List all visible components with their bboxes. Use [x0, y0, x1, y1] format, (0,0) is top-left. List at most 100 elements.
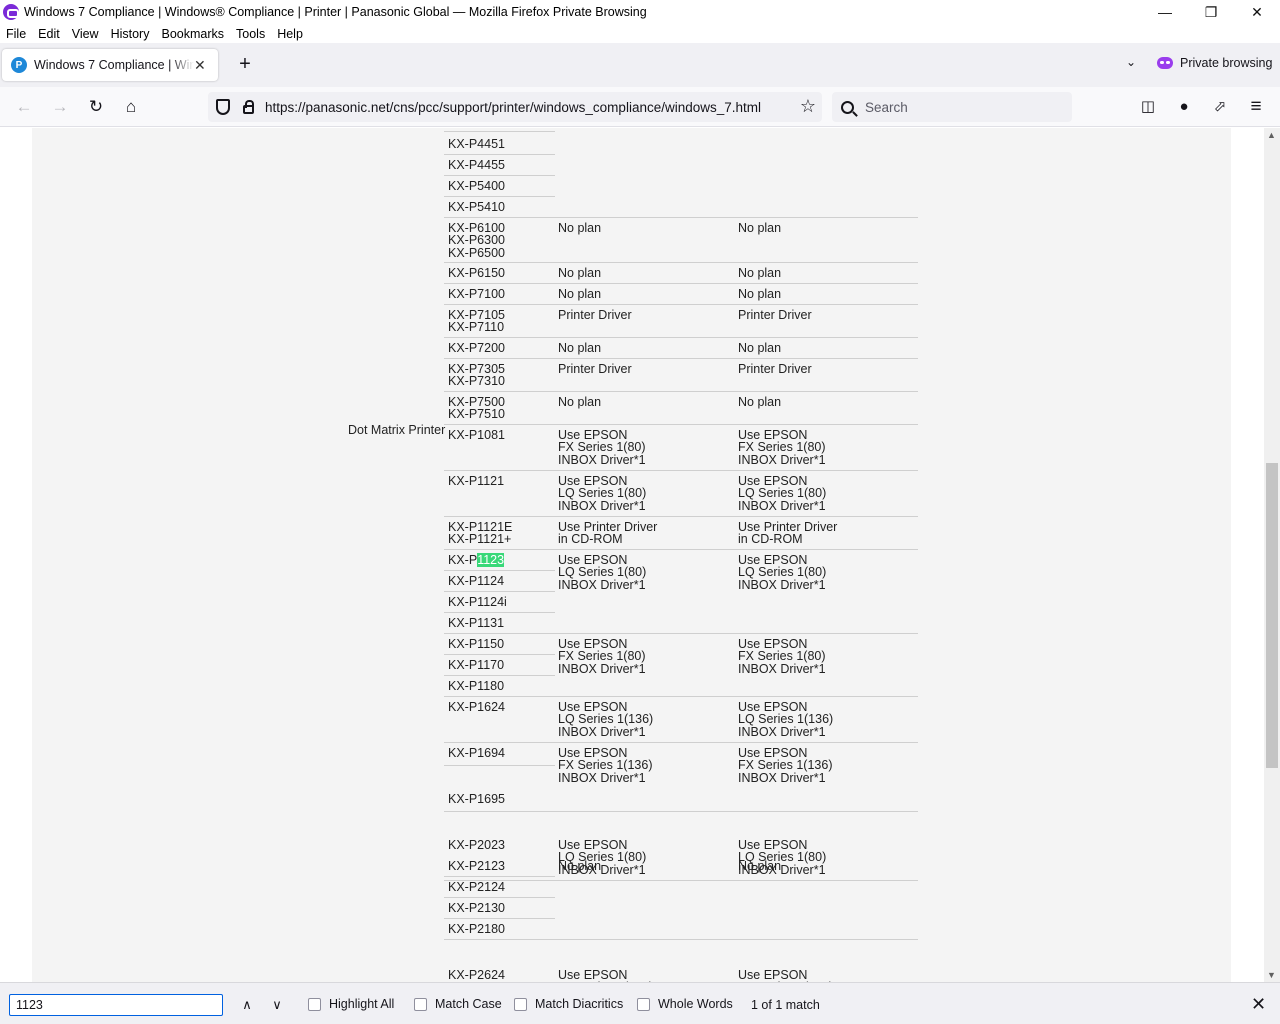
compat-cell-32bit: Use EPSON LQ Series 1(80) INBOX Driver*1	[558, 474, 647, 513]
highlight-all-checkbox[interactable]	[308, 997, 321, 1011]
pocket-icon[interactable]: ◫	[1138, 97, 1158, 117]
page-scrollbar[interactable]: ▲ ▼	[1264, 128, 1280, 982]
table-row: KX-P4455	[444, 155, 918, 176]
close-find-bar-icon[interactable]: ✕	[1251, 994, 1266, 1015]
private-mask-icon	[1157, 57, 1173, 69]
model-cell: KX-P1131	[448, 616, 505, 630]
find-next-icon[interactable]: ∨	[267, 995, 287, 1015]
compat-cell-64bit: Printer Driver	[738, 362, 812, 376]
tracking-protection-shield-icon[interactable]	[216, 99, 230, 115]
table-row: KX-P1081 Use EPSON FX Series 1(80) INBOX …	[444, 425, 918, 471]
find-bar: ∧ ∨ Highlight All Match Case Match Diacr…	[0, 982, 1280, 1024]
window-titlebar: Windows 7 Compliance | Windows® Complian…	[0, 0, 1280, 24]
whole-words-option[interactable]: Whole Words	[637, 997, 733, 1011]
compat-cell-64bit: No plan	[738, 221, 782, 235]
menu-help[interactable]: Help	[271, 27, 309, 41]
model-cell: KX-P4451	[448, 137, 505, 151]
table-row: KX-P4451	[444, 134, 918, 155]
table-row: KX-P7200 No plan No plan	[444, 338, 918, 359]
table-row: KX-P2124	[444, 877, 918, 898]
highlight-all-option[interactable]: Highlight All	[308, 997, 394, 1011]
compat-cell-64bit: No plan	[738, 859, 782, 873]
menu-view[interactable]: View	[66, 27, 105, 41]
forward-icon[interactable]: →	[50, 97, 70, 117]
menu-bookmarks[interactable]: Bookmarks	[155, 27, 230, 41]
highlight-all-label: Highlight All	[329, 997, 395, 1011]
model-cell: KX-P1124i	[448, 595, 507, 609]
table-row: KX-P7100 No plan No plan	[444, 284, 918, 305]
table-row: KX-P7105 KX-P7110 Printer Driver Printer D…	[444, 305, 918, 338]
compat-cell-32bit: No plan	[558, 341, 602, 355]
private-browsing-label: Private browsing	[1180, 56, 1273, 70]
compat-cell-32bit: No plan	[558, 395, 602, 409]
table-row: KX-P1170	[444, 655, 918, 676]
compat-cell-64bit: No plan	[738, 287, 782, 301]
match-diacritics-label: Match Diacritics	[535, 997, 624, 1011]
match-diacritics-option[interactable]: Match Diacritics	[514, 997, 623, 1011]
minimize-button[interactable]: —	[1142, 0, 1188, 24]
model-cell: KX-P1121E KX-P1121+	[448, 520, 513, 547]
search-icon	[841, 100, 854, 114]
list-all-tabs-icon[interactable]: ⌄	[1122, 55, 1140, 75]
table-row: KX-P6150 No plan No plan	[444, 263, 918, 284]
model-cell: KX-P7100	[448, 287, 505, 301]
close-window-button[interactable]: ✕	[1234, 0, 1280, 24]
table-row: KX-P6100 KX-P6300 KX-P6500 No plan No plan	[444, 218, 918, 263]
menu-history[interactable]: History	[105, 27, 156, 41]
scroll-down-icon[interactable]: ▼	[1267, 970, 1276, 980]
model-cell: KX-P1695	[448, 792, 505, 806]
find-input[interactable]	[9, 994, 223, 1016]
compat-cell-64bit: Use Printer Driver in CD-ROM	[738, 520, 838, 547]
home-icon[interactable]: ⌂	[121, 97, 141, 117]
page-content: Dot Matrix Printer KX-P4451 KX-P4455 KX-P5…	[0, 128, 1264, 982]
compat-cell-64bit: No plan	[738, 395, 782, 409]
menu-file[interactable]: File	[0, 27, 32, 41]
row-separator	[444, 765, 555, 766]
url-text[interactable]: https://panasonic.net/cns/pcc/support/pr…	[265, 100, 761, 115]
reload-icon[interactable]: ↻	[86, 97, 106, 117]
find-previous-icon[interactable]: ∧	[237, 995, 257, 1015]
lock-icon[interactable]	[243, 99, 254, 114]
model-cell: KX-P2624	[448, 968, 505, 982]
new-tab-button[interactable]: +	[235, 54, 255, 75]
menu-tools[interactable]: Tools	[230, 27, 271, 41]
table-row: KX-P1124	[444, 571, 918, 592]
extensions-icon[interactable]: ⬀	[1210, 97, 1230, 117]
account-icon[interactable]: ●	[1174, 97, 1194, 117]
table-row: KX-P1131	[444, 613, 918, 634]
restore-button[interactable]: ❐	[1188, 0, 1234, 24]
model-cell: KX-P1081	[448, 428, 505, 442]
compat-cell-64bit: Printer Driver	[738, 308, 812, 322]
close-tab-icon[interactable]: ✕	[194, 57, 206, 74]
match-diacritics-checkbox[interactable]	[514, 997, 527, 1011]
compliance-table: Dot Matrix Printer KX-P4451 KX-P4455 KX-P5…	[0, 128, 1264, 982]
compat-cell-64bit: No plan	[738, 341, 782, 355]
model-cell: KX-P7105 KX-P7110	[448, 308, 505, 335]
compat-cell-64bit: Use EPSON FX Series 1(136) INBOX Driver*…	[738, 746, 833, 785]
search-bar[interactable]	[832, 92, 1072, 122]
app-menu-icon[interactable]: ≡	[1246, 97, 1266, 117]
find-status: 1 of 1 match	[751, 998, 820, 1012]
tab-windows-7-compliance[interactable]: P Windows 7 Compliance | Windows® Compli…	[2, 49, 218, 81]
back-icon[interactable]: ←	[14, 97, 34, 117]
table-row: KX-P7305 KX-P7310 Printer Driver Printer D…	[444, 359, 918, 392]
menu-edit[interactable]: Edit	[32, 27, 66, 41]
category-label: Dot Matrix Printer	[348, 423, 446, 437]
match-case-checkbox[interactable]	[414, 997, 427, 1011]
whole-words-checkbox[interactable]	[637, 997, 650, 1011]
table-row: KX-P1695	[444, 789, 918, 812]
compat-cell-32bit: Use EPSON FX Series 1(136) INBOX Driver*…	[558, 746, 653, 785]
model-cell: KX-P6100 KX-P6300 KX-P6500	[448, 221, 505, 260]
search-input[interactable]	[865, 99, 1045, 115]
compat-cell-32bit: Use EPSON LQ Series 1(136) INBOX Driver*…	[558, 700, 654, 739]
scrollbar-thumb[interactable]	[1266, 463, 1278, 768]
table-row: KX-P2624 Use EPSON LQ Series 1(136) INBOX…	[444, 965, 918, 982]
model-cell: KX-P1123	[448, 553, 505, 567]
match-case-option[interactable]: Match Case	[414, 997, 502, 1011]
bookmark-star-icon[interactable]: ☆	[800, 96, 816, 117]
model-cell: KX-P2180	[448, 922, 505, 936]
url-bar[interactable]: https://panasonic.net/cns/pcc/support/pr…	[208, 92, 822, 122]
model-cell: KX-P2124	[448, 880, 505, 894]
scroll-up-icon[interactable]: ▲	[1267, 130, 1276, 140]
table-row: KX-P2123 No plan No plan	[444, 856, 918, 877]
